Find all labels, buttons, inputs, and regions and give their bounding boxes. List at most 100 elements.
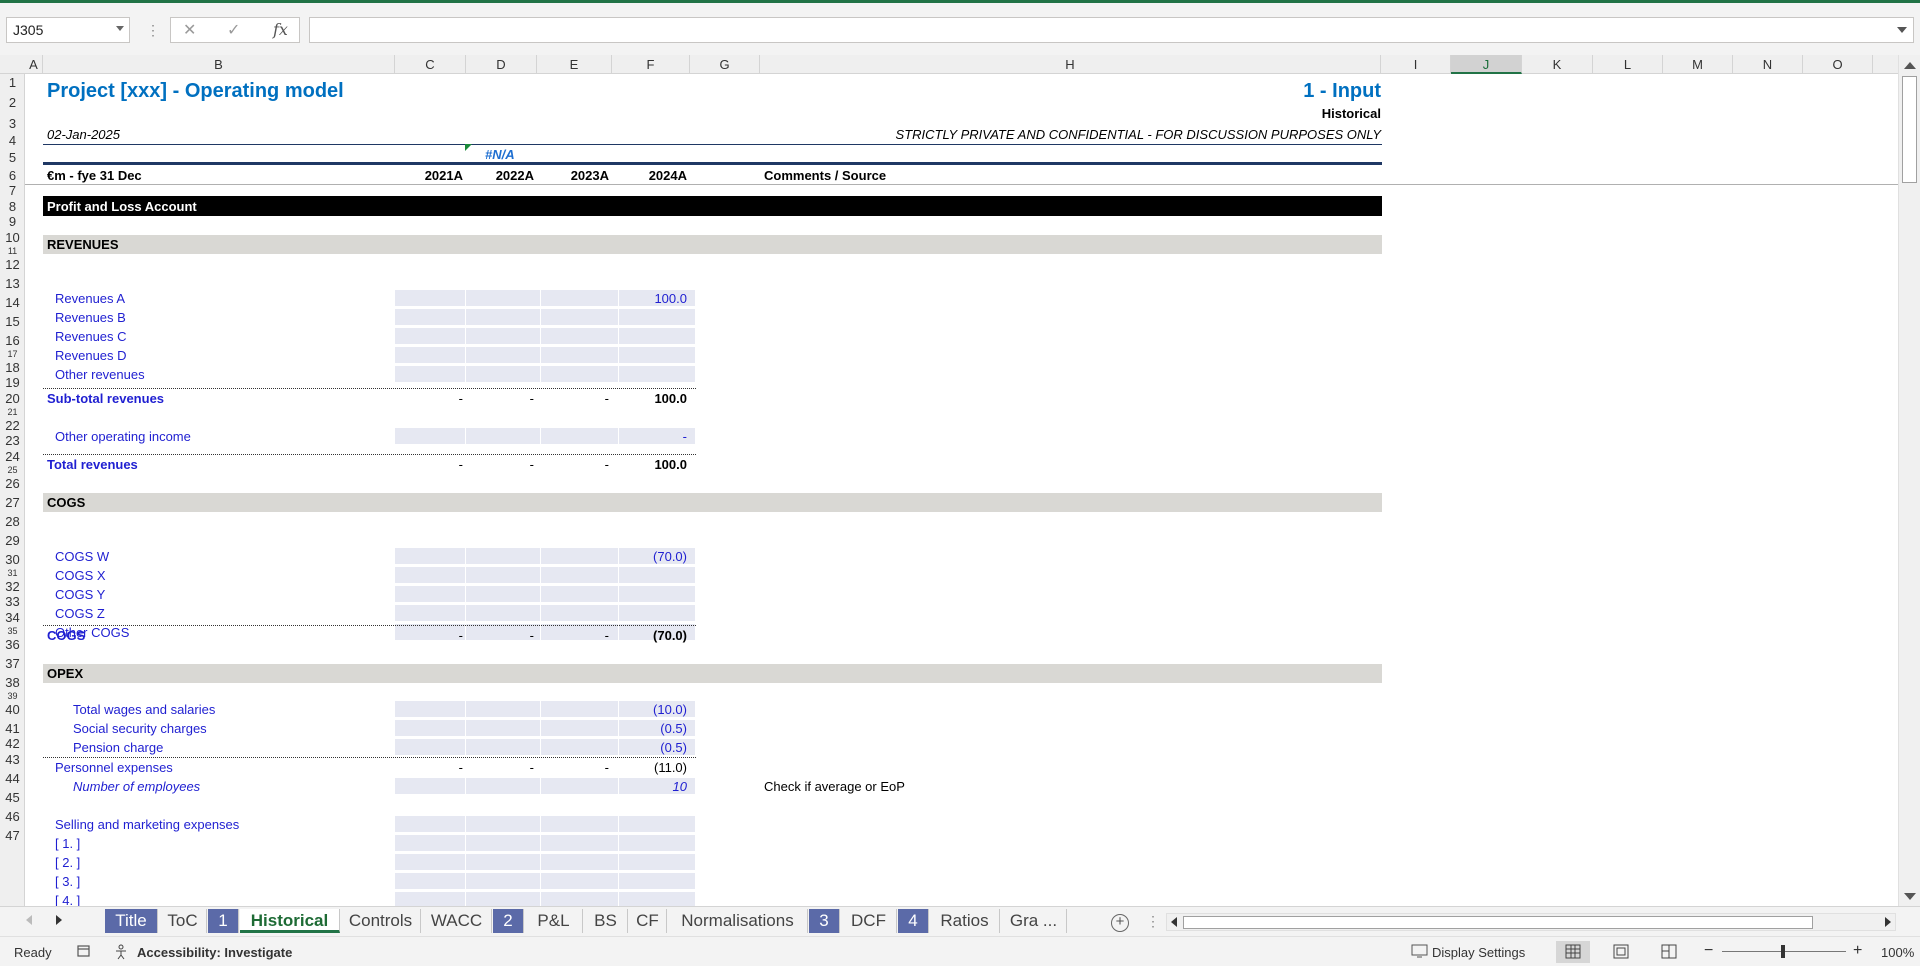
accessibility-status[interactable]: Accessibility: Investigate bbox=[137, 945, 292, 960]
input-cell[interactable] bbox=[619, 328, 696, 344]
chevron-down-icon[interactable] bbox=[116, 26, 124, 31]
input-cell[interactable] bbox=[541, 873, 619, 889]
input-cell[interactable] bbox=[541, 854, 619, 870]
column-header[interactable]: A bbox=[25, 55, 43, 74]
line-item-value[interactable]: (10.0) bbox=[619, 701, 687, 718]
input-cell[interactable] bbox=[395, 892, 466, 906]
input-cell[interactable] bbox=[395, 873, 466, 889]
input-cell[interactable] bbox=[395, 548, 466, 564]
input-cell[interactable] bbox=[466, 347, 541, 363]
row-header[interactable]: 30 bbox=[0, 550, 25, 569]
sheet-tab[interactable]: P&L bbox=[525, 909, 583, 933]
sheet-tab[interactable]: 1 bbox=[208, 909, 239, 933]
input-cell[interactable] bbox=[619, 605, 696, 621]
scroll-up-icon[interactable] bbox=[1904, 62, 1916, 69]
row-header[interactable]: 17 bbox=[0, 350, 25, 358]
scroll-left-icon[interactable] bbox=[1171, 917, 1177, 927]
zoom-level[interactable]: 100% bbox=[1881, 945, 1914, 960]
input-cell[interactable] bbox=[619, 892, 696, 906]
input-cell[interactable] bbox=[541, 739, 619, 755]
input-cell[interactable] bbox=[466, 605, 541, 621]
row-header[interactable]: 21 bbox=[0, 408, 25, 416]
input-cell[interactable] bbox=[395, 309, 466, 325]
row-header[interactable]: 38 bbox=[0, 673, 25, 692]
zoom-out-icon[interactable]: − bbox=[1704, 942, 1713, 960]
horizontal-scroll-thumb[interactable] bbox=[1183, 916, 1813, 929]
input-cell[interactable] bbox=[619, 586, 696, 602]
column-header[interactable]: O bbox=[1803, 55, 1873, 74]
tab-scroll-right-icon[interactable] bbox=[56, 915, 62, 925]
employees-2024[interactable]: 10 bbox=[619, 778, 687, 795]
normal-view-button[interactable] bbox=[1556, 941, 1590, 963]
input-cell[interactable] bbox=[619, 309, 696, 325]
row-header[interactable]: 31 bbox=[0, 569, 25, 577]
input-cell[interactable] bbox=[466, 873, 541, 889]
row-header[interactable]: 39 bbox=[0, 692, 25, 700]
row-header[interactable]: 34 bbox=[0, 608, 25, 627]
sheet-tab[interactable]: BS bbox=[584, 909, 628, 933]
input-cell[interactable] bbox=[541, 328, 619, 344]
line-item-value[interactable]: (0.5) bbox=[619, 739, 687, 756]
input-cell[interactable] bbox=[541, 290, 619, 306]
input-cell[interactable] bbox=[466, 366, 541, 382]
input-cell[interactable] bbox=[541, 428, 619, 444]
sheet-tab[interactable]: Historical bbox=[240, 909, 340, 933]
sheet-tab[interactable]: 4 bbox=[898, 909, 929, 933]
scroll-right-icon[interactable] bbox=[1885, 917, 1891, 927]
input-cell[interactable] bbox=[541, 835, 619, 851]
input-cell[interactable] bbox=[541, 347, 619, 363]
row-header[interactable]: 10 bbox=[0, 228, 25, 247]
scroll-down-icon[interactable] bbox=[1904, 893, 1916, 900]
row-header[interactable]: 44 bbox=[0, 769, 25, 788]
page-break-button[interactable] bbox=[1652, 941, 1686, 963]
row-header[interactable]: 25 bbox=[0, 466, 25, 474]
column-header[interactable]: E bbox=[537, 55, 612, 74]
row-header[interactable]: 45 bbox=[0, 788, 25, 807]
line-item-value[interactable]: 100.0 bbox=[619, 290, 687, 307]
row-header[interactable]: 18 bbox=[0, 358, 25, 377]
input-cell[interactable] bbox=[619, 854, 696, 870]
row-header[interactable]: 16 bbox=[0, 331, 25, 350]
input-cell[interactable] bbox=[466, 428, 541, 444]
row-header[interactable]: 23 bbox=[0, 435, 25, 447]
page-layout-button[interactable] bbox=[1604, 941, 1638, 963]
row-header[interactable]: 41 bbox=[0, 719, 25, 738]
insert-function-icon[interactable]: fx bbox=[273, 20, 288, 39]
input-cell[interactable] bbox=[541, 816, 619, 832]
column-header[interactable]: I bbox=[1381, 55, 1451, 74]
input-cell[interactable] bbox=[466, 854, 541, 870]
input-cell[interactable] bbox=[395, 347, 466, 363]
sheet-cells[interactable]: Project [xxx] - Operating model 1 - Inpu… bbox=[25, 74, 1898, 906]
sheet-tab[interactable]: Ratios bbox=[930, 909, 1000, 933]
input-cell[interactable] bbox=[541, 366, 619, 382]
sheet-tab[interactable]: Controls bbox=[341, 909, 421, 933]
sheet-tab[interactable]: 2 bbox=[493, 909, 524, 933]
line-item-value[interactable]: (70.0) bbox=[619, 548, 687, 565]
input-cell[interactable] bbox=[395, 778, 466, 794]
input-cell[interactable] bbox=[466, 328, 541, 344]
zoom-in-icon[interactable]: + bbox=[1853, 942, 1862, 960]
row-header[interactable]: 1 bbox=[0, 74, 25, 91]
input-cell[interactable] bbox=[619, 873, 696, 889]
macro-record-icon[interactable] bbox=[76, 943, 92, 962]
expand-formula-icon[interactable] bbox=[1897, 27, 1907, 33]
input-cell[interactable] bbox=[466, 567, 541, 583]
zoom-slider-handle[interactable] bbox=[1781, 945, 1785, 958]
input-cell[interactable] bbox=[395, 816, 466, 832]
tab-scroll-left-icon[interactable] bbox=[26, 915, 32, 925]
row-header[interactable]: 28 bbox=[0, 512, 25, 531]
tab-splitter-icon[interactable]: ⋮ bbox=[1146, 913, 1160, 930]
row-header[interactable]: 19 bbox=[0, 377, 25, 389]
line-item-value[interactable]: (0.5) bbox=[619, 720, 687, 737]
input-cell[interactable] bbox=[466, 309, 541, 325]
row-header[interactable]: 40 bbox=[0, 700, 25, 719]
input-cell[interactable] bbox=[395, 720, 466, 736]
input-cell[interactable] bbox=[466, 892, 541, 906]
row-header[interactable]: 14 bbox=[0, 293, 25, 312]
input-cell[interactable] bbox=[395, 701, 466, 717]
input-cell[interactable] bbox=[466, 720, 541, 736]
input-cell[interactable] bbox=[395, 854, 466, 870]
accessibility-icon[interactable] bbox=[113, 943, 131, 964]
display-settings-icon[interactable] bbox=[1411, 943, 1429, 962]
input-cell[interactable] bbox=[466, 548, 541, 564]
